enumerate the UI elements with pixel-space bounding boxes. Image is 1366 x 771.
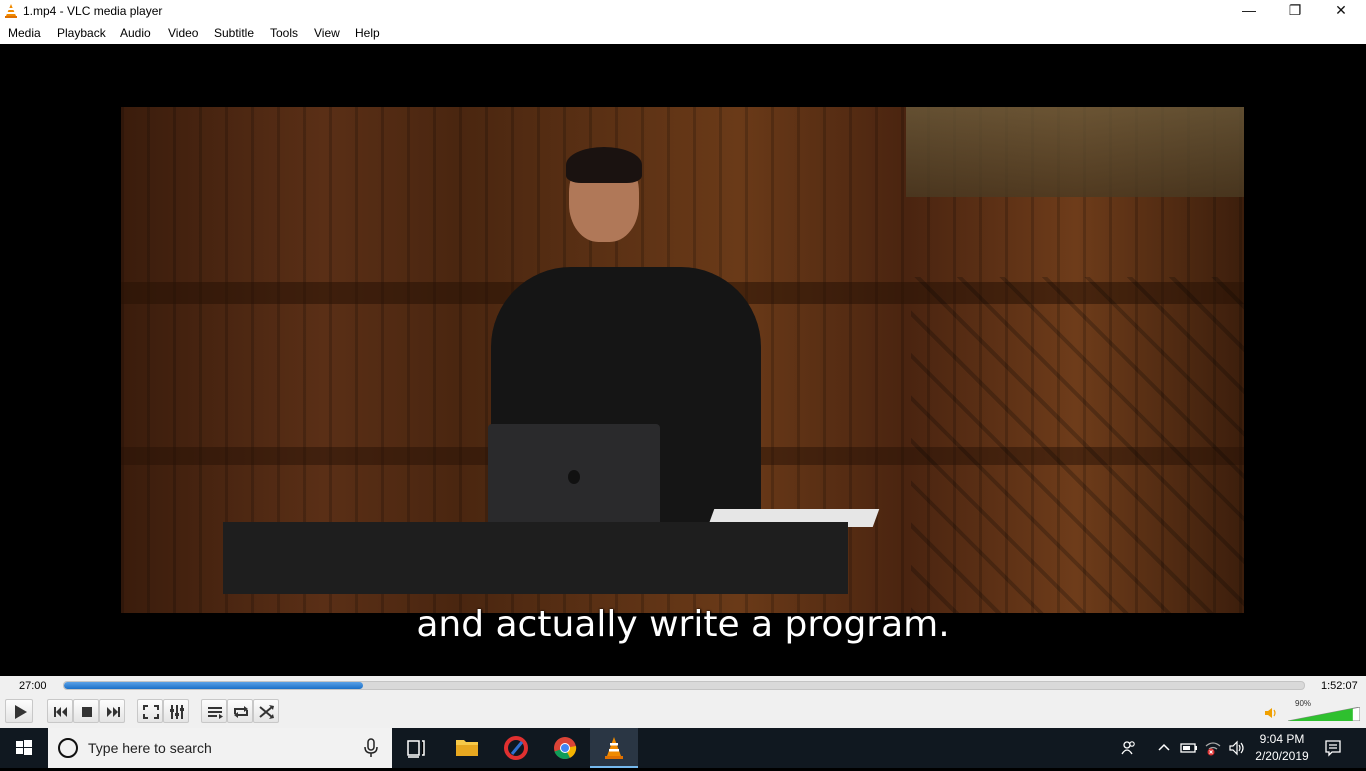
volume-tray-icon[interactable] bbox=[1228, 740, 1246, 756]
vlc-taskbar-button[interactable] bbox=[590, 728, 638, 768]
total-time[interactable]: 1:52:07 bbox=[1321, 680, 1358, 692]
menu-subtitle[interactable]: Subtitle bbox=[214, 26, 254, 40]
search-placeholder: Type here to search bbox=[88, 740, 212, 756]
file-explorer-icon[interactable] bbox=[443, 728, 491, 768]
menu-view[interactable]: View bbox=[314, 26, 340, 40]
apple-logo-icon bbox=[568, 470, 580, 484]
volume-slider[interactable] bbox=[1288, 707, 1360, 721]
loop-icon bbox=[234, 706, 248, 718]
microphone-icon[interactable] bbox=[364, 738, 378, 758]
seek-bar[interactable] bbox=[63, 681, 1305, 690]
seek-row: 27:00 1:52:07 bbox=[0, 676, 1366, 696]
task-view-icon[interactable] bbox=[392, 728, 440, 768]
podium bbox=[223, 522, 848, 594]
battery-icon[interactable] bbox=[1180, 741, 1198, 755]
cortana-icon bbox=[58, 738, 78, 758]
skip-back-icon bbox=[54, 707, 67, 717]
minimize-button[interactable]: — bbox=[1226, 0, 1272, 23]
clock-date: 2/20/2019 bbox=[1255, 749, 1309, 763]
menu-tools[interactable]: Tools bbox=[270, 26, 298, 40]
shuffle-icon bbox=[259, 705, 274, 719]
laptop bbox=[488, 424, 660, 530]
next-button[interactable] bbox=[99, 699, 125, 723]
subtitle-text: and actually write a program. bbox=[416, 604, 950, 645]
menu-audio[interactable]: Audio bbox=[120, 26, 151, 40]
chevron-up-icon[interactable] bbox=[1157, 741, 1171, 753]
menu-help[interactable]: Help bbox=[355, 26, 380, 40]
equalizer-icon bbox=[170, 705, 184, 719]
menu-playback[interactable]: Playback bbox=[57, 26, 106, 40]
network-disconnected-icon[interactable] bbox=[1204, 740, 1222, 756]
control-bar: 90% bbox=[0, 696, 1366, 728]
chevron-panel bbox=[911, 277, 1244, 613]
vlc-cone-icon bbox=[5, 4, 17, 18]
crest-decoration bbox=[906, 107, 1244, 197]
menu-bar: Media Playback Audio Video Subtitle Tool… bbox=[0, 23, 1366, 45]
speaker-icon[interactable] bbox=[1264, 706, 1278, 720]
skip-forward-icon bbox=[107, 707, 120, 717]
play-button[interactable] bbox=[5, 699, 33, 723]
shuffle-button[interactable] bbox=[253, 699, 279, 723]
fullscreen-button[interactable] bbox=[137, 699, 163, 723]
video-frame[interactable] bbox=[121, 107, 1244, 613]
chrome-icon[interactable] bbox=[541, 728, 589, 768]
play-icon bbox=[15, 705, 27, 719]
loop-button[interactable] bbox=[227, 699, 253, 723]
window-title: 1.mp4 - VLC media player bbox=[23, 4, 163, 18]
speaker-hair bbox=[566, 147, 642, 183]
stop-icon bbox=[82, 707, 92, 717]
taskbar-search[interactable]: Type here to search bbox=[48, 728, 392, 768]
extended-settings-button[interactable] bbox=[163, 699, 189, 723]
taskbar-clock[interactable]: 9:04 PM 2/20/2019 bbox=[1250, 731, 1314, 765]
title-bar: 1.mp4 - VLC media player — ❐ ✕ bbox=[0, 0, 1366, 23]
ccleaner-icon[interactable] bbox=[492, 728, 540, 768]
action-center-icon[interactable] bbox=[1324, 739, 1342, 757]
maximize-button[interactable]: ❐ bbox=[1272, 0, 1318, 23]
playlist-button[interactable] bbox=[201, 699, 227, 723]
video-area[interactable]: and actually write a program. bbox=[0, 44, 1366, 676]
fullscreen-icon bbox=[143, 705, 159, 719]
taskbar: Type here to search 9:04 PM 2/20/2019 bbox=[0, 728, 1366, 768]
playlist-icon bbox=[208, 707, 223, 719]
people-icon[interactable] bbox=[1120, 739, 1138, 757]
current-time[interactable]: 27:00 bbox=[19, 680, 47, 692]
menu-media[interactable]: Media bbox=[8, 26, 41, 40]
close-button[interactable]: ✕ bbox=[1318, 0, 1364, 23]
clock-time: 9:04 PM bbox=[1259, 732, 1305, 746]
vlc-icon bbox=[605, 737, 623, 759]
menu-video[interactable]: Video bbox=[168, 26, 198, 40]
seek-bar-fill bbox=[64, 682, 363, 689]
stop-button[interactable] bbox=[73, 699, 99, 723]
previous-button[interactable] bbox=[47, 699, 73, 723]
windows-start-icon[interactable] bbox=[0, 728, 48, 768]
